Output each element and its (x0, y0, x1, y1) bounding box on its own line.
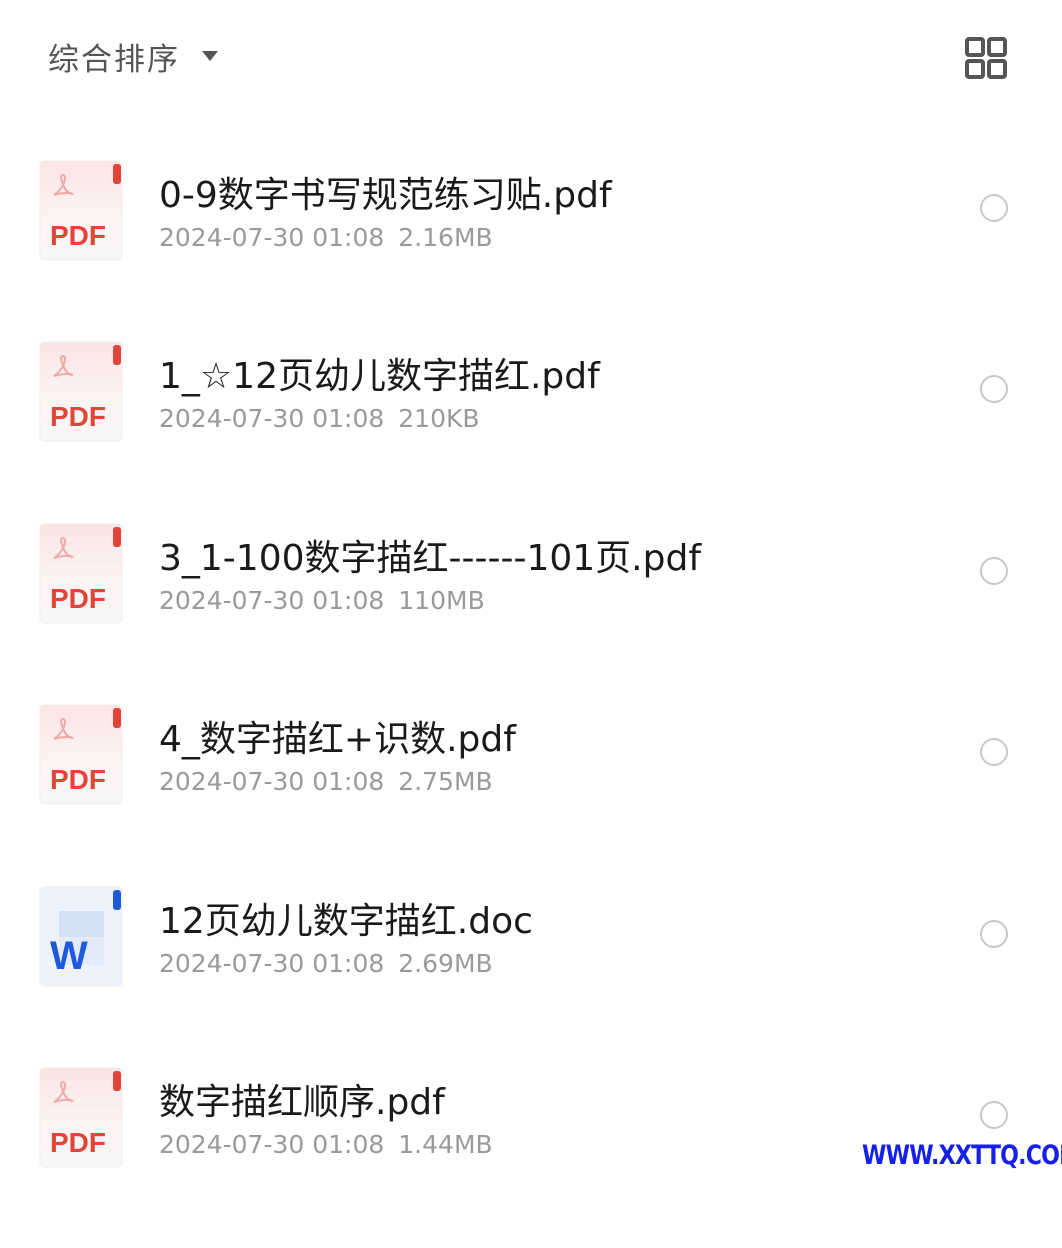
svg-text:W: W (50, 934, 88, 978)
select-radio-button[interactable] (980, 557, 1008, 585)
file-date: 2024-07-30 01:08 (159, 223, 385, 252)
select-radio-button[interactable] (980, 375, 1008, 403)
file-list-item[interactable]: PDF 1_☆12页幼儿数字描红.pdf 2024-07-30 01:08 210K… (0, 341, 1062, 522)
file-list-item[interactable]: PDF 0-9数字书写规范练习贴.pdf 2024-07-30 01:08 2.16… (0, 160, 1062, 341)
toolbar: 综合排序 (0, 0, 1062, 110)
caret-down-icon[interactable] (201, 49, 219, 63)
select-radio-button[interactable] (980, 738, 1008, 766)
file-meta: 2024-07-30 01:08 110MB (159, 586, 485, 615)
svg-text:PDF: PDF (50, 1127, 106, 1158)
file-size: 110MB (398, 586, 485, 615)
pdf-file-icon: PDF (39, 1067, 125, 1169)
pdf-file-icon: PDF (39, 160, 125, 262)
file-date: 2024-07-30 01:08 (159, 1130, 385, 1159)
file-date: 2024-07-30 01:08 (159, 404, 385, 433)
file-date: 2024-07-30 01:08 (159, 767, 385, 796)
svg-text:PDF: PDF (50, 220, 106, 251)
file-name: 12页幼儿数字描红.doc (159, 901, 533, 942)
file-size: 1.44MB (398, 1130, 493, 1159)
pdf-file-icon: PDF (39, 704, 125, 806)
svg-text:PDF: PDF (50, 583, 106, 614)
file-meta: 2024-07-30 01:08 1.44MB (159, 1130, 493, 1159)
grid-view-icon[interactable] (960, 32, 1012, 84)
select-radio-button[interactable] (980, 920, 1008, 948)
sort-dropdown-label[interactable]: 综合排序 (48, 34, 180, 79)
svg-text:PDF: PDF (50, 764, 106, 795)
file-meta: 2024-07-30 01:08 210KB (159, 404, 480, 433)
file-date: 2024-07-30 01:08 (159, 949, 385, 978)
svg-text:PDF: PDF (50, 401, 106, 432)
file-name: 数字描红顺序.pdf (159, 1082, 445, 1123)
file-size: 2.16MB (398, 223, 493, 252)
file-name: 4_数字描红+识数.pdf (159, 719, 516, 760)
select-radio-button[interactable] (980, 1101, 1008, 1129)
file-list-item[interactable]: W 12页幼儿数字描红.doc 2024-07-30 01:08 2.69MB (0, 886, 1062, 1067)
file-meta: 2024-07-30 01:08 2.75MB (159, 767, 493, 796)
file-size: 210KB (398, 404, 480, 433)
select-radio-button[interactable] (980, 194, 1008, 222)
file-list-item[interactable]: PDF 3_1-100数字描红------101页.pdf 2024-07-30 … (0, 523, 1062, 704)
file-name: 3_1-100数字描红------101页.pdf (159, 538, 701, 579)
watermark: WWW.XXTTQ.COM (862, 1140, 1062, 1171)
pdf-file-icon: PDF (39, 341, 125, 443)
word-file-icon: W (39, 886, 125, 988)
file-name: 1_☆12页幼儿数字描红.pdf (159, 356, 600, 397)
file-meta: 2024-07-30 01:08 2.69MB (159, 949, 493, 978)
file-meta: 2024-07-30 01:08 2.16MB (159, 223, 493, 252)
pdf-file-icon: PDF (39, 523, 125, 625)
file-size: 2.75MB (398, 767, 493, 796)
file-list-item[interactable]: PDF 4_数字描红+识数.pdf 2024-07-30 01:08 2.75MB (0, 704, 1062, 885)
file-name: 0-9数字书写规范练习贴.pdf (159, 175, 612, 216)
file-date: 2024-07-30 01:08 (159, 586, 385, 615)
file-size: 2.69MB (398, 949, 493, 978)
